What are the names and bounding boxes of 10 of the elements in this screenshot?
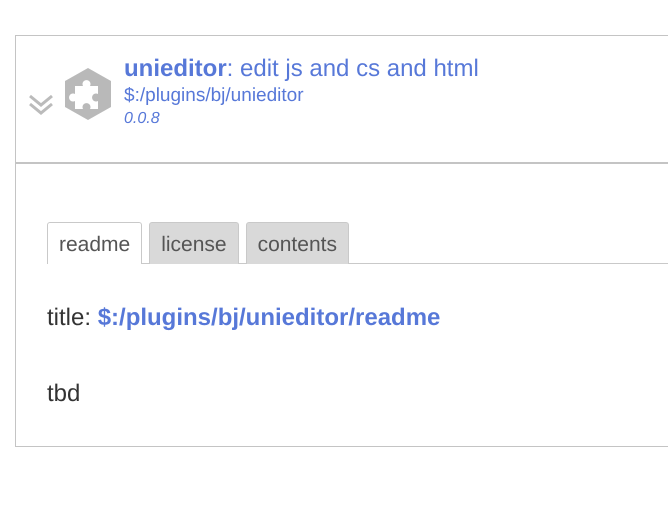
- collapse-icon[interactable]: [26, 92, 56, 116]
- tab[interactable]: contents: [246, 222, 349, 264]
- tab[interactable]: readme: [47, 222, 142, 264]
- plugin-title[interactable]: unieditor: edit js and cs and html: [124, 54, 479, 84]
- tab[interactable]: license: [149, 222, 239, 264]
- plugin-path: $:/plugins/bj/unieditor: [124, 84, 305, 108]
- field-value-link[interactable]: $:/plugins/bj/unieditor/readme: [98, 304, 440, 331]
- field-label: title:: [47, 304, 92, 331]
- body-text: tbd: [47, 379, 82, 409]
- plugin-version: 0.0.8: [124, 109, 161, 129]
